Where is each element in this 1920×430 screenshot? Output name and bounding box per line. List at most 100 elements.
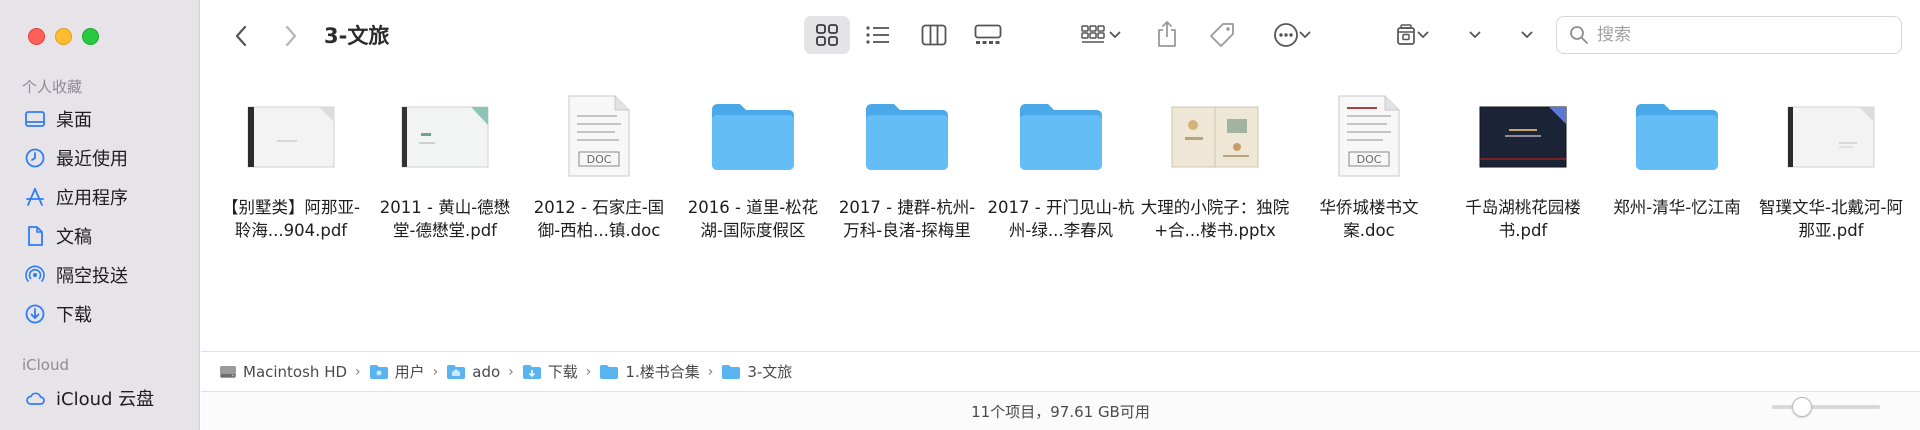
zoom-window-button[interactable] <box>82 28 99 45</box>
pdf-thumbnail <box>1781 92 1881 180</box>
icon-view-button[interactable] <box>804 16 850 54</box>
doc-thumbnail: DOC <box>1319 92 1419 180</box>
pdf-thumbnail <box>1473 92 1573 180</box>
group-by-button[interactable] <box>1072 16 1130 54</box>
chevron-down-icon <box>1109 31 1121 38</box>
icloud-header: iCloud <box>22 356 70 374</box>
file-name: 华侨城楼书文案.doc <box>1319 198 1419 240</box>
file-name: 2016 - 道里-松花湖-国际度假区 <box>687 198 819 240</box>
pptx-thumbnail <box>1165 92 1265 180</box>
file-name: 2017 - 捷群-杭州-万科-良渚-探梅里 <box>838 198 976 240</box>
doc-thumbnail: DOC <box>549 92 649 180</box>
path-separator-icon: › <box>508 363 514 380</box>
search-input[interactable] <box>1597 25 1877 45</box>
applications-icon <box>26 188 44 206</box>
toolbar-overflow-button-2[interactable] <box>1514 16 1540 54</box>
file-name: 【别墅类】阿那亚-聆海...904.pdf <box>222 198 360 240</box>
home-folder-icon <box>447 364 466 379</box>
pdf-thumbnail <box>241 92 341 180</box>
file-item[interactable]: 【别墅类】阿那亚-聆海...904.pdf <box>216 92 366 242</box>
file-name: 2011 - 黄山-德懋堂-德懋堂.pdf <box>379 198 511 240</box>
path-item-collection[interactable]: 1.楼书合集 <box>599 361 700 382</box>
file-item[interactable]: 2011 - 黄山-德懋堂-德懋堂.pdf <box>370 92 520 242</box>
folder-icon <box>857 92 957 180</box>
ellipsis-circle-icon <box>1274 23 1298 47</box>
sidebar-item-label: 应用程序 <box>56 188 128 209</box>
columns-icon <box>921 24 947 46</box>
folder-item[interactable]: 2016 - 道里-松花湖-国际度假区 <box>678 92 828 242</box>
sidebar-item-label: 最近使用 <box>56 149 128 170</box>
downloads-folder-icon <box>522 364 541 379</box>
download-icon <box>25 304 45 324</box>
icon-size-slider[interactable] <box>1772 397 1880 417</box>
path-item-users[interactable]: 用户 <box>369 361 425 382</box>
sidebar-item-applications[interactable]: 应用程序 <box>24 182 128 212</box>
path-separator-icon: › <box>355 363 361 380</box>
file-name: 大理的小院子：独院+合...楼书.pptx <box>1140 198 1290 240</box>
sidebar-item-recents[interactable]: 最近使用 <box>24 143 128 173</box>
hard-drive-icon <box>220 365 236 378</box>
close-window-button[interactable] <box>28 28 45 45</box>
sidebar-item-desktop[interactable]: 桌面 <box>24 104 92 134</box>
pdf-thumbnail <box>395 92 495 180</box>
grid-icon <box>816 24 838 46</box>
svg-text:DOC: DOC <box>1357 153 1382 166</box>
folder-item[interactable]: 郑州-清华-忆江南 <box>1602 92 1752 219</box>
path-separator-icon: › <box>707 363 714 380</box>
sidebar-item-label: iCloud 云盘 <box>56 389 155 410</box>
forward-button[interactable] <box>278 20 304 52</box>
sidebar-item-label: 下载 <box>56 305 92 326</box>
chevron-down-icon <box>1469 31 1481 38</box>
path-separator-icon: › <box>432 363 439 380</box>
file-item[interactable]: DOC 2012 - 石家庄-国御-西柏...镇.doc <box>524 92 674 242</box>
chevron-left-icon <box>235 25 247 47</box>
extension-menu-button[interactable] <box>1384 16 1440 54</box>
sidebar-item-label: 桌面 <box>56 110 92 131</box>
path-item-ado[interactable]: ado <box>446 363 500 381</box>
file-item[interactable]: DOC 华侨城楼书文案.doc <box>1294 92 1444 242</box>
folder-icon <box>600 364 619 379</box>
gallery-view-button[interactable] <box>968 16 1008 54</box>
sidebar-item-airdrop[interactable]: 隔空投送 <box>24 260 128 290</box>
icloud-icon <box>26 392 45 405</box>
tag-icon <box>1210 23 1234 47</box>
status-text: 11个项目，97.61 GB可用 <box>971 402 1150 421</box>
file-name: 2012 - 石家庄-国御-西柏...镇.doc <box>533 198 665 240</box>
list-view-button[interactable] <box>858 16 898 54</box>
path-separator-icon: › <box>585 363 592 380</box>
folder-item[interactable]: 2017 - 捷群-杭州-万科-良渚-探梅里 <box>832 92 982 242</box>
sidebar-item-label: 文稿 <box>56 227 92 248</box>
chevron-down-icon <box>1299 31 1311 38</box>
sidebar: 个人收藏 桌面 最近使用 应用程序 文稿 隔空投送 下载 iCloud iClo… <box>0 0 200 430</box>
slider-knob[interactable] <box>1792 397 1812 417</box>
path-item-current[interactable]: 3-文旅 <box>721 361 792 382</box>
chevron-down-icon <box>1417 31 1429 38</box>
tag-button[interactable] <box>1204 16 1240 54</box>
file-item[interactable]: 大理的小院子：独院+合...楼书.pptx <box>1140 92 1290 242</box>
minimize-window-button[interactable] <box>55 28 72 45</box>
more-actions-button[interactable] <box>1264 16 1320 54</box>
list-icon <box>866 26 889 44</box>
column-view-button[interactable] <box>914 16 954 54</box>
sidebar-item-label: 隔空投送 <box>56 266 128 287</box>
folder-icon <box>703 92 803 180</box>
share-button[interactable] <box>1150 14 1184 54</box>
sidebar-item-documents[interactable]: 文稿 <box>24 221 92 251</box>
folder-item[interactable]: 2017 - 开门见山-杭州-绿...李春风 <box>986 92 1136 242</box>
file-item[interactable]: 智璞文华-北戴河-阿那亚.pdf <box>1756 92 1906 242</box>
file-name: 郑州-清华-忆江南 <box>1613 198 1741 217</box>
archive-extension-icon <box>1397 24 1415 45</box>
clock-icon <box>25 148 45 168</box>
share-icon <box>1158 21 1176 47</box>
toolbar-overflow-button[interactable] <box>1462 16 1488 54</box>
back-button[interactable] <box>228 20 254 52</box>
folder-icon <box>722 364 741 379</box>
path-bar: Macintosh HD › 用户 › ado › 下载 › 1.楼书合集 › … <box>201 351 1920 391</box>
sidebar-item-downloads[interactable]: 下载 <box>24 299 92 329</box>
sidebar-item-icloud-drive[interactable]: iCloud 云盘 <box>24 383 154 413</box>
search-icon <box>1570 26 1588 44</box>
file-item[interactable]: 千岛湖桃花园楼书.pdf <box>1448 92 1598 242</box>
search-field[interactable] <box>1556 16 1902 54</box>
path-item-macintosh-hd[interactable]: Macintosh HD <box>219 363 347 381</box>
path-item-downloads[interactable]: 下载 <box>522 361 578 382</box>
